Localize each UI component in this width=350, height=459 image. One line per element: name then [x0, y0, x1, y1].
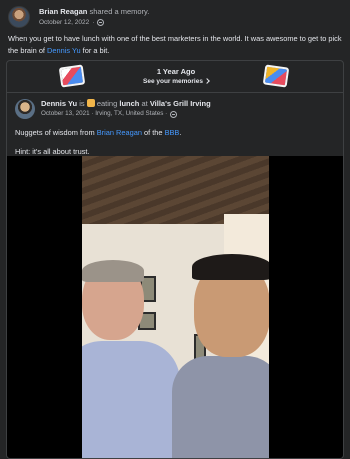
shared-post-activity: eating: [96, 99, 118, 108]
shared-post-header: Dennis Yu is eating lunch at Villa's Gri…: [15, 99, 211, 119]
see-memories-link[interactable]: See your memories: [7, 78, 343, 85]
post-caption: When you get to have lunch with one of t…: [8, 33, 344, 56]
post-action: shared a memory.: [89, 7, 150, 16]
chevron-right-icon: [204, 78, 210, 84]
memory-post: Brian Reagan shared a memory. October 12…: [0, 0, 350, 459]
shared-post-at: at: [141, 99, 148, 108]
post-header: Brian Reagan shared a memory. October 12…: [8, 6, 149, 28]
memory-sticker-right: [262, 64, 290, 88]
post-date[interactable]: October 12, 2022: [39, 17, 89, 28]
globe-icon: [170, 110, 178, 118]
caption-text-end: for a bit.: [80, 45, 110, 55]
avatar[interactable]: [8, 6, 30, 28]
shared-post-object: lunch: [119, 99, 140, 108]
shared-post-date[interactable]: October 13, 2021 · Irving, TX, United St…: [41, 109, 167, 119]
person-right-hair: [192, 254, 269, 280]
see-memories-label: See your memories: [143, 78, 203, 85]
shared-text-mid: of the: [141, 128, 165, 137]
memory-card: 1 Year Ago See your memories Dennis Yu i…: [6, 60, 344, 459]
mention-brian-link[interactable]: Brian Reagan: [97, 128, 142, 137]
shared-text-end: .: [179, 128, 182, 137]
place-link[interactable]: Villa's Grill Irving: [150, 99, 211, 108]
memory-banner: 1 Year Ago See your memories: [7, 61, 343, 93]
selfie-image: [82, 156, 269, 458]
post-photo[interactable]: [7, 156, 343, 458]
person-left-hair: [82, 260, 144, 282]
globe-icon: [97, 19, 105, 26]
mention-bbb-link[interactable]: BBB: [165, 128, 180, 137]
author-name[interactable]: Brian Reagan: [39, 7, 87, 16]
shared-post-avatar[interactable]: [15, 99, 35, 119]
shared-text-start: Nuggets of wisdom from: [15, 128, 97, 137]
memory-title: 1 Year Ago: [156, 67, 196, 76]
mention-link[interactable]: Dennis Yu: [47, 46, 81, 55]
shared-post-verb: is: [79, 99, 85, 108]
person-left-body: [82, 341, 180, 458]
person-right-body: [172, 356, 269, 458]
food-emoji-icon: [86, 99, 95, 107]
shared-post-author[interactable]: Dennis Yu: [41, 99, 77, 108]
